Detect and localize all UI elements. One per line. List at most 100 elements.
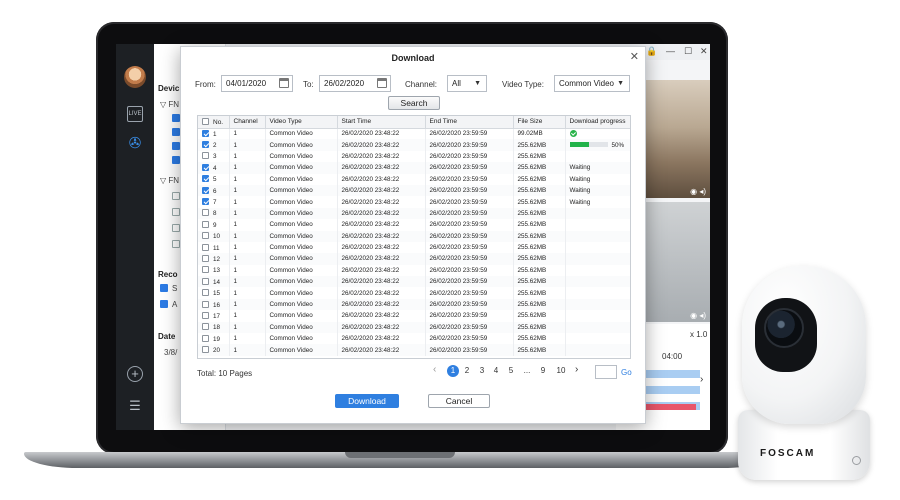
feed-controls-icon[interactable]: ◉ ◂): [690, 311, 706, 320]
table-row[interactable]: 7 1 Common Video 26/02/2020 23:48:22 26/02/2…: [198, 196, 630, 208]
table-row[interactable]: 13 1 Common Video 26/02/2020 23:48:22 26/02/…: [198, 264, 630, 277]
table-row[interactable]: 16 1 Common Video 26/02/2020 23:48:22 26/02/…: [198, 298, 630, 311]
row-no-cell[interactable]: 14: [198, 276, 230, 288]
row-no-cell[interactable]: 3: [198, 150, 230, 163]
row-no-cell[interactable]: 17: [198, 310, 230, 322]
maximize-icon[interactable]: ☐: [684, 46, 692, 57]
table-row[interactable]: 11 1 Common Video 26/02/2020 23:48:22 26/02/…: [198, 241, 630, 254]
table-row[interactable]: 10 1 Common Video 26/02/2020 23:48:22 26/02/…: [198, 230, 630, 242]
row-no-cell[interactable]: 2: [198, 139, 230, 151]
row-checkbox[interactable]: [202, 186, 209, 194]
go-button[interactable]: Go: [621, 368, 632, 377]
row-checkbox[interactable]: [202, 277, 209, 285]
row-no-cell[interactable]: 10: [198, 230, 230, 242]
row-checkbox[interactable]: [202, 243, 209, 251]
goto-page-input[interactable]: [595, 365, 617, 379]
table-row[interactable]: 17 1 Common Video 26/02/2020 23:48:22 26/02/…: [198, 310, 630, 322]
row-no-cell[interactable]: 7: [198, 196, 230, 208]
row-no-cell[interactable]: 11: [198, 241, 230, 254]
add-device-icon[interactable]: +: [127, 366, 143, 382]
row-no-cell[interactable]: 20: [198, 344, 230, 356]
video-type-select[interactable]: Common Video ▼: [554, 75, 630, 92]
column-header-no[interactable]: No.: [198, 116, 230, 129]
cancel-button[interactable]: Cancel: [428, 394, 490, 408]
page-link[interactable]: 5: [505, 365, 517, 377]
table-row[interactable]: 2 1 Common Video 26/02/2020 23:48:22 26/02/2…: [198, 139, 630, 151]
row-checkbox[interactable]: [202, 266, 209, 274]
table-row[interactable]: 1 1 Common Video 26/02/2020 23:48:22 26/02/2…: [198, 128, 630, 140]
download-button[interactable]: Download: [335, 394, 399, 408]
lock-icon[interactable]: 🔒: [646, 46, 657, 57]
row-checkbox[interactable]: [202, 289, 209, 297]
calendar-icon[interactable]: [279, 78, 289, 88]
device-checkbox[interactable]: [172, 224, 180, 232]
page-link[interactable]: 2: [461, 365, 473, 377]
device-checkbox[interactable]: [172, 142, 180, 150]
row-checkbox[interactable]: [202, 220, 209, 228]
channel-select[interactable]: All ▼: [447, 75, 487, 92]
close-window-icon[interactable]: ✕: [700, 46, 708, 57]
search-button[interactable]: Search: [388, 96, 440, 110]
date-value[interactable]: 3/8/: [164, 348, 177, 357]
row-no-cell[interactable]: 4: [198, 162, 230, 174]
device-group-1[interactable]: ▽ FN: [160, 100, 179, 109]
next-page-icon[interactable]: ›: [575, 364, 578, 375]
row-checkbox[interactable]: [202, 334, 209, 342]
table-row[interactable]: 9 1 Common Video 26/02/2020 23:48:22 26/02/2…: [198, 219, 630, 231]
select-all-checkbox[interactable]: [202, 117, 209, 125]
device-group-2[interactable]: ▽ FN: [160, 176, 179, 185]
avatar[interactable]: [124, 66, 146, 88]
table-row[interactable]: 12 1 Common Video 26/02/2020 23:48:22 26/02/…: [198, 253, 630, 265]
calendar-icon[interactable]: [377, 78, 387, 88]
menu-icon[interactable]: ☰: [127, 398, 143, 414]
row-no-cell[interactable]: 12: [198, 253, 230, 265]
table-row[interactable]: 20 1 Common Video 26/02/2020 23:48:22 26/02/…: [198, 344, 630, 356]
page-link[interactable]: 9: [537, 365, 549, 377]
minimize-icon[interactable]: —: [666, 46, 675, 56]
row-checkbox[interactable]: [202, 152, 209, 160]
playback-reel-icon[interactable]: ✇: [127, 136, 143, 152]
device-checkbox[interactable]: [172, 128, 180, 136]
record-type-checkbox[interactable]: [160, 284, 168, 292]
chevron-right-icon[interactable]: ›: [700, 374, 703, 385]
page-link[interactable]: 1: [447, 365, 459, 377]
row-checkbox[interactable]: [202, 254, 209, 262]
row-checkbox[interactable]: [202, 232, 209, 240]
live-view-icon[interactable]: LIVE: [127, 106, 143, 122]
device-checkbox[interactable]: [172, 240, 180, 248]
table-row[interactable]: 8 1 Common Video 26/02/2020 23:48:22 26/02/2…: [198, 207, 630, 220]
row-checkbox[interactable]: [202, 198, 209, 206]
row-no-cell[interactable]: 5: [198, 173, 230, 185]
table-row[interactable]: 19 1 Common Video 26/02/2020 23:48:22 26/02/…: [198, 333, 630, 345]
row-checkbox[interactable]: [202, 141, 209, 149]
row-checkbox[interactable]: [202, 346, 209, 354]
row-checkbox[interactable]: [202, 129, 209, 137]
row-no-cell[interactable]: 6: [198, 184, 230, 197]
close-icon[interactable]: ✕: [630, 50, 639, 63]
previous-page-icon[interactable]: ‹: [433, 364, 436, 375]
page-link[interactable]: 4: [490, 365, 502, 377]
table-row[interactable]: 18 1 Common Video 26/02/2020 23:48:22 26/02/…: [198, 321, 630, 334]
record-type-checkbox[interactable]: [160, 300, 168, 308]
row-checkbox[interactable]: [202, 163, 209, 171]
page-link[interactable]: 3: [476, 365, 488, 377]
device-checkbox[interactable]: [172, 208, 180, 216]
row-no-cell[interactable]: 13: [198, 264, 230, 277]
row-checkbox[interactable]: [202, 300, 209, 308]
table-row[interactable]: 15 1 Common Video 26/02/2020 23:48:22 26/02/…: [198, 287, 630, 299]
table-row[interactable]: 4 1 Common Video 26/02/2020 23:48:22 26/02/2…: [198, 162, 630, 174]
table-row[interactable]: 5 1 Common Video 26/02/2020 23:48:22 26/02/2…: [198, 173, 630, 185]
device-checkbox[interactable]: [172, 114, 180, 122]
device-checkbox[interactable]: [172, 192, 180, 200]
device-checkbox[interactable]: [172, 156, 180, 164]
row-checkbox[interactable]: [202, 323, 209, 331]
page-link[interactable]: 10: [555, 365, 567, 377]
from-date-field[interactable]: 04/01/2020: [221, 75, 293, 92]
row-checkbox[interactable]: [202, 311, 209, 319]
row-no-cell[interactable]: 9: [198, 219, 230, 231]
row-no-cell[interactable]: 1: [198, 128, 230, 140]
row-no-cell[interactable]: 8: [198, 207, 230, 220]
row-no-cell[interactable]: 15: [198, 287, 230, 299]
row-no-cell[interactable]: 18: [198, 321, 230, 334]
table-row[interactable]: 14 1 Common Video 26/02/2020 23:48:22 26/02/…: [198, 276, 630, 288]
